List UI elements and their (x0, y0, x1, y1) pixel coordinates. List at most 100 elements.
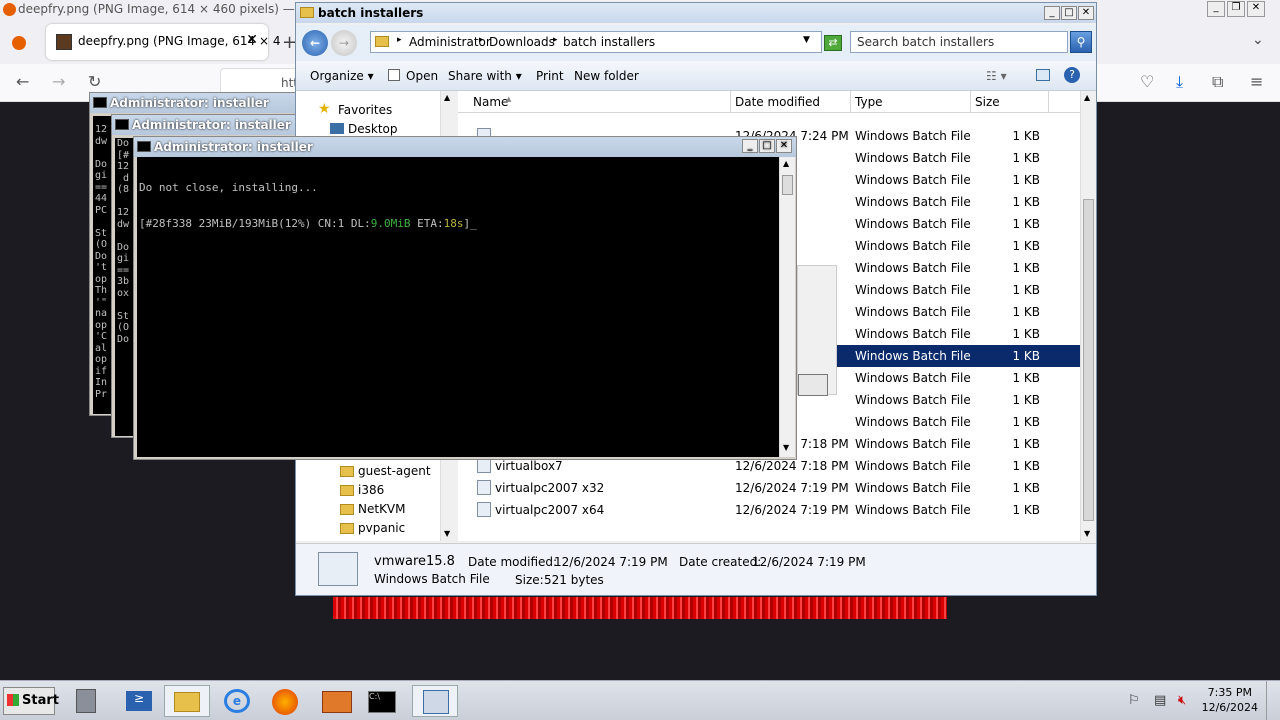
forward-button[interactable]: → (331, 30, 357, 56)
internet-explorer-icon[interactable]: e (214, 685, 260, 717)
column-type[interactable]: Type (855, 95, 883, 109)
table-row[interactable]: virtualpc2007 x64 12/6/2024 7:19 PM Window… (458, 499, 1080, 521)
column-size[interactable]: Size (975, 95, 1000, 109)
scroll-thumb[interactable] (1083, 199, 1094, 521)
app-taskbar-icon[interactable] (314, 685, 360, 717)
file-list-scrollbar[interactable]: ▲ ▼ (1080, 91, 1096, 541)
new-folder-button[interactable]: New folder (574, 69, 639, 83)
explorer-minimize-button[interactable]: _ (1044, 6, 1060, 20)
firefox-maximize-button[interactable]: ❐ (1227, 1, 1245, 17)
address-bar[interactable]: ▸ Administrator ▸ Downloads ▸ batch inst… (370, 31, 822, 53)
network-taskbar-icon[interactable] (412, 685, 458, 717)
console-progress-line: [#28f338 23MiB/193MiB(12%) CN:1 DL:9.0Mi… (139, 217, 477, 230)
file-type: Windows Batch File (855, 459, 971, 473)
volume-muted-icon[interactable]: 🔇︎ (1178, 693, 1186, 708)
preview-pane-icon[interactable] (1036, 69, 1050, 81)
nav-folder-item[interactable]: i386 (358, 483, 384, 497)
view-options-icon[interactable]: ☷ ▾ (986, 69, 1007, 83)
reload-icon[interactable]: ↻ (88, 72, 101, 91)
file-type: Windows Batch File (855, 151, 971, 165)
explorer-taskbar-icon[interactable] (164, 685, 210, 717)
scroll-up-icon[interactable]: ▲ (783, 159, 789, 168)
back-button[interactable]: ← (302, 30, 328, 56)
file-type: Windows Batch File (855, 239, 971, 253)
cmd-close-button[interactable]: ✕ (776, 139, 792, 153)
list-tabs-icon[interactable]: ⌄ (1252, 32, 1264, 48)
nav-folder-item[interactable]: pvpanic (358, 521, 405, 535)
explorer-titlebar[interactable]: batch installers _ □ ✕ (296, 3, 1096, 23)
scroll-up-icon[interactable]: ▲ (1084, 93, 1090, 102)
start-button[interactable]: Start (3, 687, 59, 715)
file-type: Windows Batch File (855, 129, 971, 143)
nav-desktop[interactable]: Desktop (348, 122, 398, 136)
menu-icon[interactable]: ≡ (1250, 72, 1263, 91)
help-icon[interactable]: ? (1064, 67, 1080, 83)
organize-button[interactable]: Organize ▾ (310, 69, 374, 83)
nav-folder-item[interactable]: NetKVM (358, 502, 406, 516)
chevron-right-icon[interactable]: ▸ (553, 35, 558, 45)
file-size: 1 KB (1012, 459, 1040, 473)
scroll-up-icon[interactable]: ▲ (444, 93, 450, 102)
file-type: Windows Batch File (855, 349, 971, 363)
flag-icon[interactable]: ⚐ (1128, 693, 1140, 708)
table-row[interactable]: virtualpc2007 x32 12/6/2024 7:19 PM Window… (458, 477, 1080, 499)
cmd-scrollbar[interactable]: ▲ ▼ (779, 157, 795, 457)
pocket-icon[interactable]: ♡ (1140, 72, 1154, 91)
nav-folder-item[interactable]: guest-agent (358, 464, 431, 478)
server-manager-icon[interactable] (64, 685, 110, 717)
forward-icon[interactable]: → (52, 72, 65, 91)
folder-icon (300, 7, 314, 18)
address-folder-icon (375, 36, 389, 47)
column-name[interactable]: Name (473, 95, 508, 109)
file-size: 1 KB (1012, 151, 1040, 165)
back-icon[interactable]: ← (16, 72, 29, 91)
cmd-window-front[interactable]: Administrator: installer _ □ ✕ Do not cl… (133, 136, 797, 460)
refresh-icon[interactable]: ⇄ (824, 35, 842, 51)
scroll-down-icon[interactable]: ▼ (444, 529, 450, 538)
scroll-down-icon[interactable]: ▼ (783, 443, 789, 452)
breadcrumb-item[interactable]: Downloads (489, 35, 555, 49)
scroll-down-icon[interactable]: ▼ (1084, 529, 1090, 538)
cmd-minimize-button[interactable]: _ (742, 139, 758, 153)
chevron-right-icon[interactable]: ▸ (397, 35, 402, 45)
close-tab-icon[interactable]: ✕ (246, 32, 258, 48)
firefox-icon (3, 3, 16, 16)
browser-tab[interactable]: deepfry.png (PNG Image, 614 × 4 ✕ (46, 24, 280, 60)
clock[interactable]: 7:35 PM 12/6/2024 (1202, 685, 1258, 715)
network-tray-icon[interactable]: ▤ (1154, 693, 1166, 708)
explorer-close-button[interactable]: ✕ (1078, 6, 1094, 20)
show-desktop-button[interactable] (1266, 681, 1278, 720)
file-size: 1 KB (1012, 305, 1040, 319)
firefox-close-button[interactable]: ✕ (1247, 1, 1265, 17)
search-icon[interactable]: ⚲ (1070, 31, 1092, 53)
firefox-view-icon[interactable] (12, 36, 26, 50)
extensions-icon[interactable]: ⧉ (1212, 72, 1223, 92)
explorer-maximize-button[interactable]: □ (1061, 6, 1077, 20)
downloads-icon[interactable]: ⤓ (1176, 72, 1183, 92)
open-button[interactable]: Open (406, 69, 438, 83)
search-input[interactable]: Search batch installers (850, 31, 1068, 53)
print-button[interactable]: Print (536, 69, 564, 83)
folder-icon (340, 485, 354, 496)
firefox-minimize-button[interactable]: _ (1207, 1, 1225, 17)
cmd-titlebar[interactable]: Administrator: installer _ □ ✕ (134, 137, 796, 157)
open-icon (388, 69, 400, 81)
breadcrumb-item[interactable]: batch installers (563, 35, 655, 49)
windows-logo-icon (7, 694, 19, 706)
dialog-button-fragment[interactable] (798, 374, 828, 396)
scroll-thumb[interactable] (782, 175, 793, 195)
cmd-maximize-button[interactable]: □ (759, 139, 775, 153)
file-size: 1 KB (1012, 393, 1040, 407)
search-placeholder: Search batch installers (857, 35, 995, 49)
column-date-modified[interactable]: Date modified (735, 95, 820, 109)
firefox-taskbar-icon[interactable] (262, 685, 308, 717)
chevron-right-icon[interactable]: ▸ (479, 35, 484, 45)
cmd-taskbar-icon[interactable]: C:\ (360, 685, 406, 717)
file-type: Windows Batch File (855, 283, 971, 297)
nav-favorites[interactable]: Favorites (338, 103, 392, 117)
chevron-down-icon[interactable]: ▼ (803, 35, 810, 45)
powershell-icon[interactable]: ≥ (116, 685, 162, 717)
column-headers: Name ▲ Date modified Type Size (458, 91, 1080, 113)
cmd-console[interactable]: Do not close, installing... [#28f338 23M… (137, 157, 779, 457)
share-with-button[interactable]: Share with ▾ (448, 69, 522, 83)
